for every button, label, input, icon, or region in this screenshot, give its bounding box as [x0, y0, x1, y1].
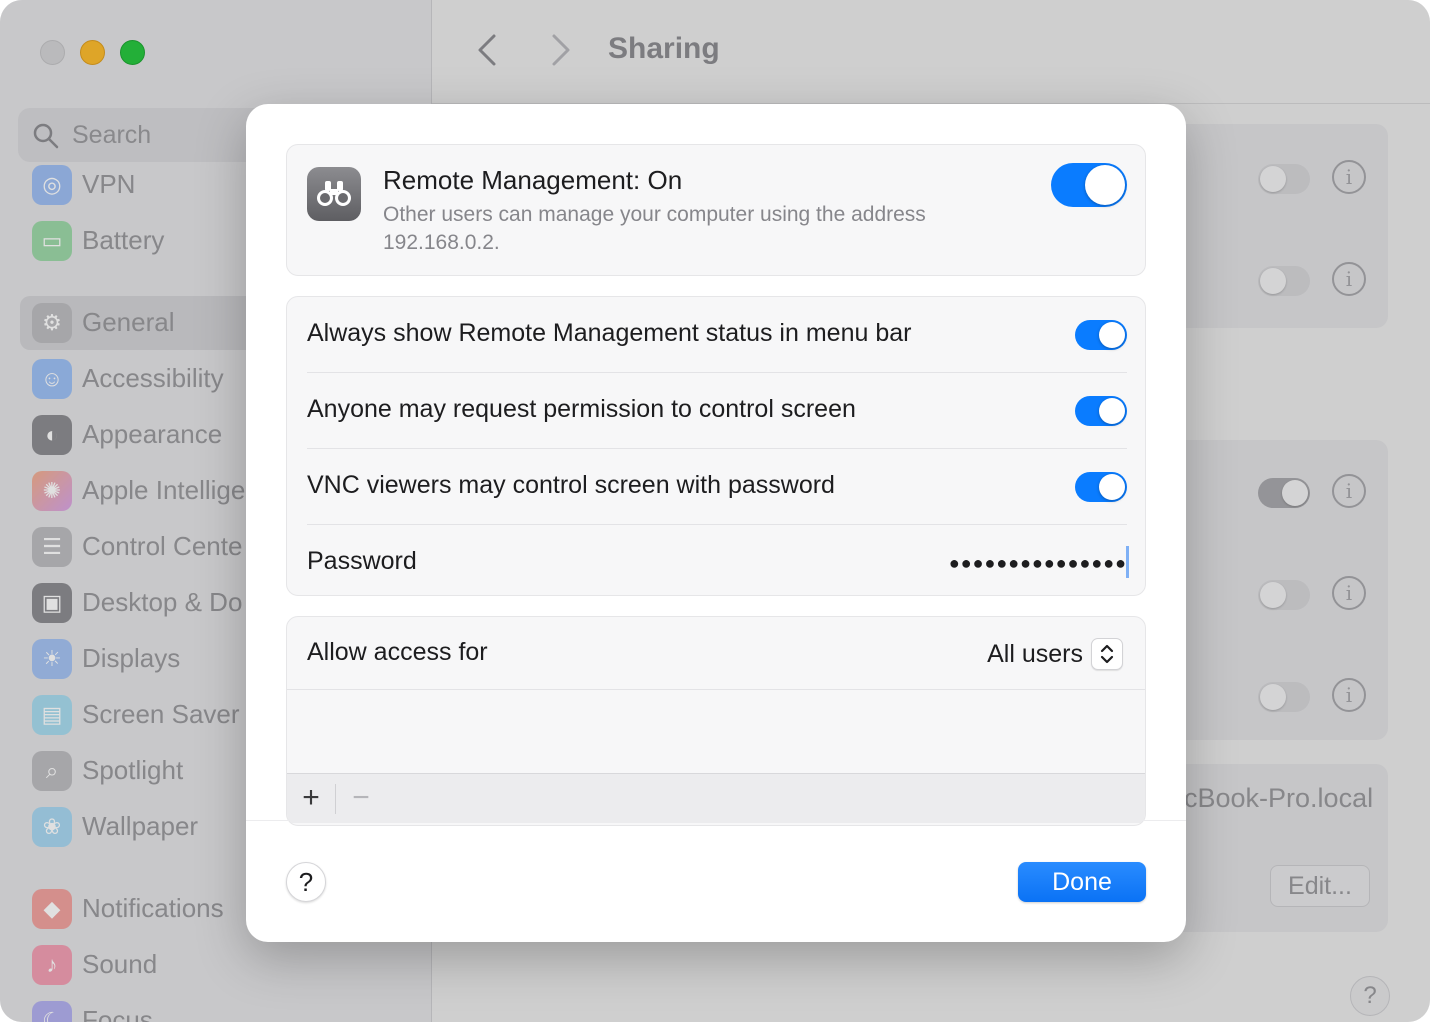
menu-bar-status-toggle[interactable]: [1075, 320, 1127, 350]
remote-management-title: Remote Management: On: [383, 165, 683, 195]
divider: [335, 784, 336, 814]
allow-access-select[interactable]: All users: [987, 635, 1123, 673]
password-label: Password: [307, 547, 417, 575]
system-settings-window: Search ◎ VPN ▭ Battery ⚙ General ☺ Acces…: [0, 0, 1430, 1022]
done-button[interactable]: Done: [1018, 862, 1146, 902]
password-field[interactable]: ●●●●●●●●●●●●●●●: [827, 543, 1129, 583]
list-controls: + −: [287, 773, 1145, 823]
password-value: ●●●●●●●●●●●●●●●: [948, 553, 1127, 573]
add-user-button[interactable]: +: [293, 782, 329, 816]
request-permission-toggle[interactable]: [1075, 396, 1127, 426]
allow-access-value: All users: [987, 639, 1083, 668]
vnc-password-toggle[interactable]: [1075, 472, 1127, 502]
remote-management-toggle[interactable]: [1051, 163, 1127, 207]
option-row-menu-bar-status: Always show Remote Management status in …: [307, 297, 1127, 373]
remote-management-sheet: Remote Management: On Other users can ma…: [246, 104, 1186, 942]
options-group: Always show Remote Management status in …: [286, 296, 1146, 596]
option-label: Always show Remote Management status in …: [307, 319, 912, 347]
text-caret: [1126, 546, 1129, 578]
remote-management-header: Remote Management: On Other users can ma…: [286, 144, 1146, 276]
option-label: Anyone may request permission to control…: [307, 395, 856, 423]
chevron-up-down-icon: [1091, 638, 1123, 670]
access-group: Allow access for All users + −: [286, 616, 1146, 826]
remote-management-description: Other users can manage your computer usi…: [383, 203, 926, 254]
footer-divider: [246, 820, 1186, 821]
option-label: VNC viewers may control screen with pass…: [307, 471, 835, 499]
option-row-request-permission: Anyone may request permission to control…: [307, 373, 1127, 449]
user-list[interactable]: [287, 689, 1145, 773]
binoculars-icon: [307, 167, 361, 221]
remove-user-button[interactable]: −: [343, 782, 379, 816]
help-button[interactable]: ?: [286, 862, 326, 902]
allow-access-label: Allow access for: [307, 638, 488, 666]
option-row-vnc-password: VNC viewers may control screen with pass…: [307, 449, 1127, 525]
